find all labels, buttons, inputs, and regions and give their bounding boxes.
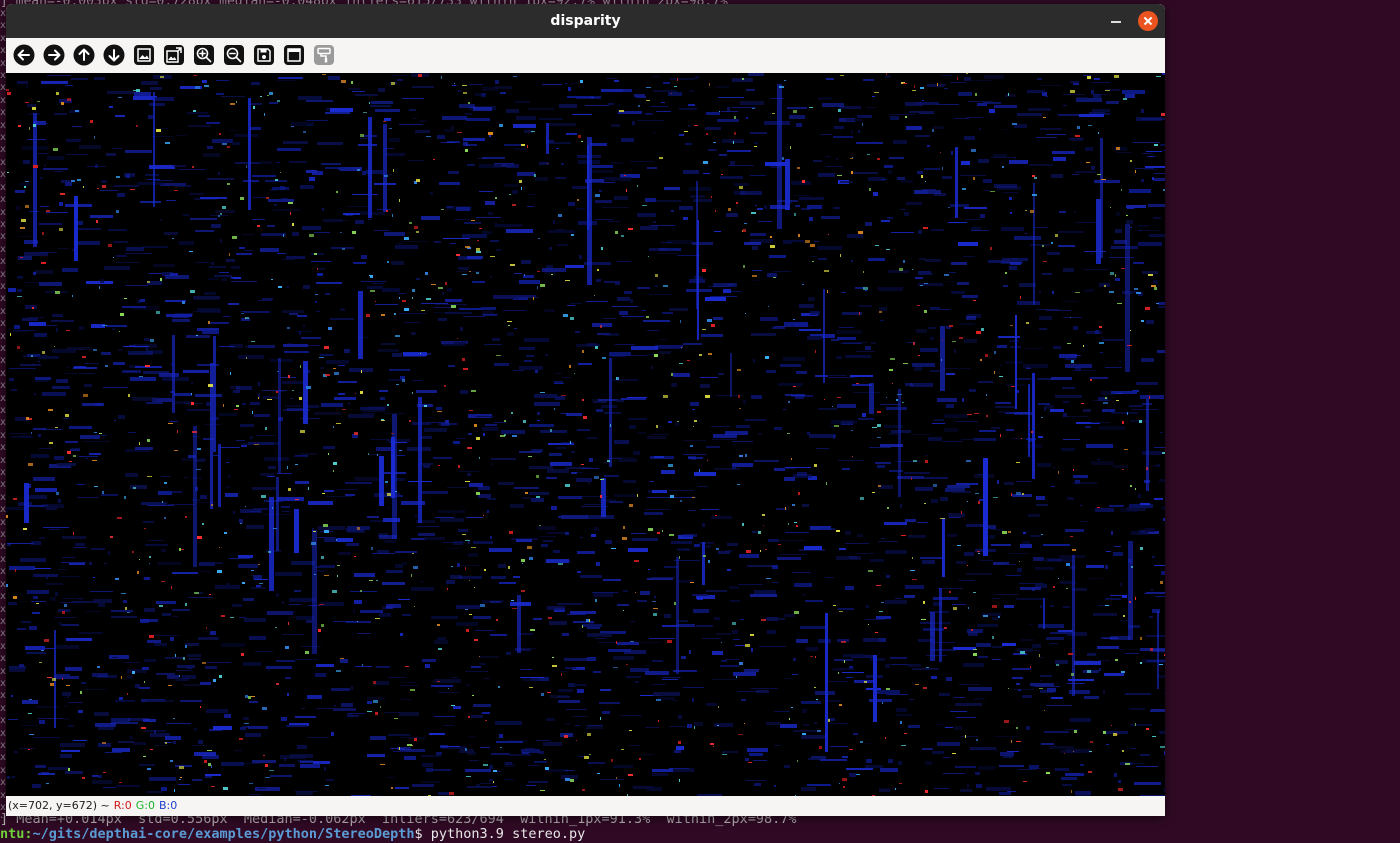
window-title: disparity [550, 13, 621, 29]
statusbar: (x=702, y=672) ~ R:0 G:0 B:0 [6, 796, 1165, 816]
disparity-noise [6, 73, 1165, 796]
pan-up-button[interactable] [73, 44, 95, 66]
prompt-command: $ python3.9 stereo.py [414, 826, 586, 842]
disparity-image-canvas[interactable] [6, 73, 1165, 796]
save-icon [254, 45, 274, 65]
prompt-user: ntu: [0, 826, 33, 842]
arrow-left-icon [13, 44, 35, 66]
paint-roller-icon [314, 45, 334, 65]
zoom-out-button[interactable] [223, 44, 245, 66]
disparity-window: disparity (x=702, y=672) ~ R:0 G:0 B:0 [6, 4, 1165, 816]
window-titlebar[interactable]: disparity [6, 4, 1165, 38]
pixel-red-value: R:0 [113, 799, 132, 812]
zoom-fit-button[interactable] [163, 44, 185, 66]
zoom-in-button[interactable] [193, 44, 215, 66]
properties-button[interactable] [283, 44, 305, 66]
properties-disabled-button[interactable] [313, 44, 335, 66]
pixel-green-value: G:0 [135, 799, 155, 812]
pan-down-button[interactable] [103, 44, 125, 66]
terminal-prompt-line[interactable]: ntu:~/gits/depthai-core/examples/python/… [0, 826, 1400, 842]
pixel-blue-value: B:0 [158, 799, 178, 812]
minimize-button[interactable] [1106, 11, 1126, 31]
pan-right-button[interactable] [43, 44, 65, 66]
arrow-up-icon [73, 44, 95, 66]
toolbar [6, 38, 1165, 73]
properties-window-icon [284, 45, 304, 65]
disparity-image [6, 73, 1165, 796]
zoom-original-button[interactable] [133, 44, 155, 66]
save-image-button[interactable] [253, 44, 275, 66]
prompt-path: ~/gits/depthai-core/examples/python/Ster… [32, 826, 415, 842]
cursor-coordinates: (x=702, y=672) ~ [8, 799, 110, 812]
pan-left-button[interactable] [13, 44, 35, 66]
image-stretch-icon [164, 45, 184, 65]
arrow-down-icon [103, 44, 125, 66]
zoom-in-icon [194, 45, 214, 65]
arrow-right-icon [43, 44, 65, 66]
image-fit-icon [134, 45, 154, 65]
zoom-out-icon [224, 45, 244, 65]
close-button[interactable] [1138, 11, 1158, 31]
